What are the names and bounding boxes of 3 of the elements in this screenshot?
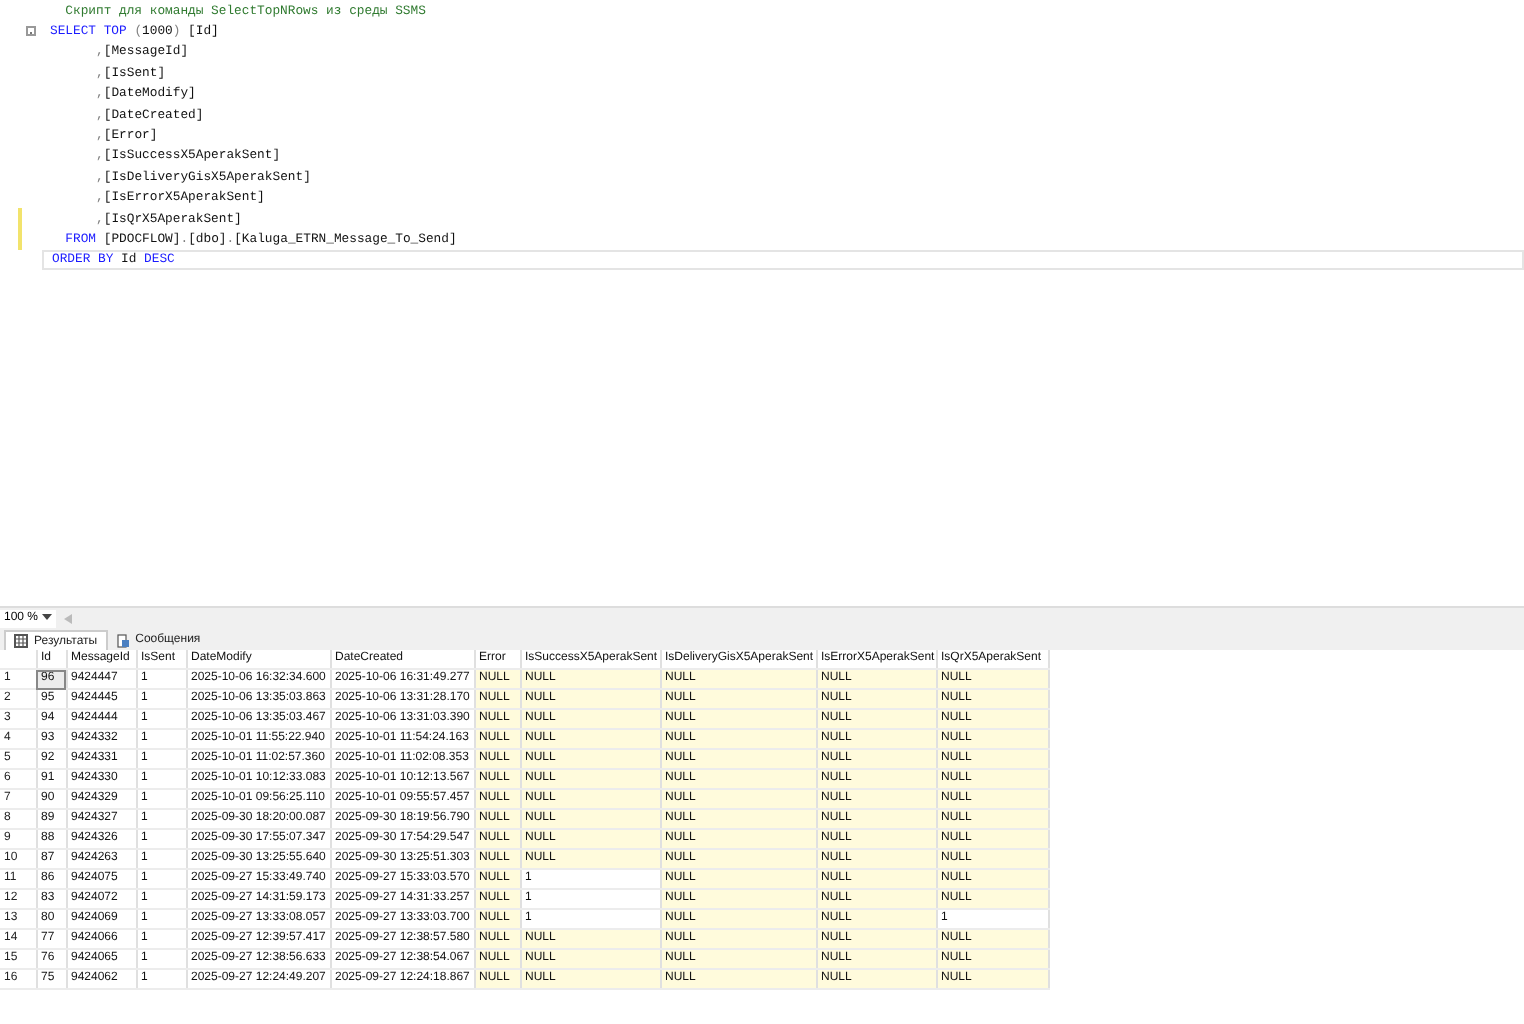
collapse-icon[interactable] bbox=[26, 26, 36, 37]
caret-icon bbox=[42, 614, 52, 622]
document-icon bbox=[115, 633, 130, 647]
